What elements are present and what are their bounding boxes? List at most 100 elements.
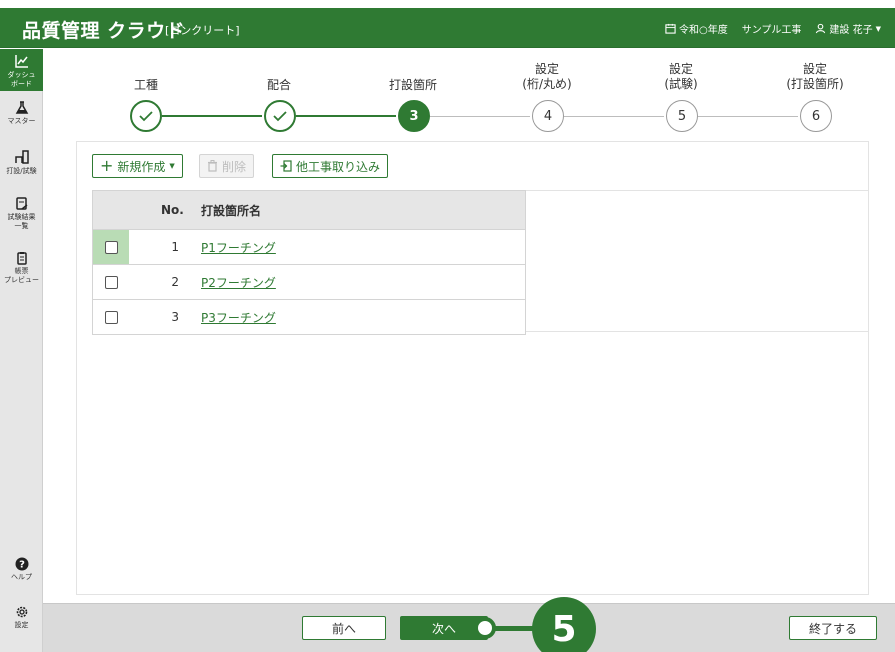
- step-4-circle[interactable]: 4: [532, 100, 564, 132]
- step-sublabel: (打設箇所): [786, 77, 844, 91]
- table-header: No. 打設箇所名: [93, 191, 525, 229]
- chevron-down-icon: ▼: [875, 24, 881, 33]
- step-1-circle[interactable]: [130, 100, 162, 132]
- flask-icon: [15, 101, 28, 114]
- row-no: 2: [171, 275, 179, 289]
- row-checkbox-cell: [93, 300, 129, 334]
- chart-icon: [14, 55, 28, 68]
- help-icon: ?: [15, 557, 28, 571]
- row-checkbox[interactable]: [104, 310, 118, 324]
- sidebar-item-results[interactable]: 試験結果 一覧: [0, 197, 43, 231]
- column-header-no: No.: [161, 203, 184, 217]
- callout-pointer: [474, 617, 496, 639]
- sidebar-item-dashboard[interactable]: ダッシュ ボード: [0, 49, 43, 91]
- sidebar-label: 帳票: [14, 267, 29, 275]
- step-label: 打設箇所: [388, 78, 437, 92]
- svg-text:?: ?: [19, 560, 25, 571]
- table-row[interactable]: 3 P3フーチング: [93, 299, 525, 334]
- step-connector: [430, 116, 530, 117]
- sidebar-item-settings[interactable]: 設定: [0, 605, 43, 630]
- report-icon: [16, 252, 27, 265]
- step-5-label: 設定 (試験): [621, 62, 741, 92]
- step-connector: [296, 115, 396, 117]
- detail-area: [526, 190, 869, 332]
- user-name: 建設 花子: [829, 25, 873, 36]
- step-3-circle[interactable]: 3: [398, 100, 430, 132]
- step-label: 設定: [534, 62, 559, 76]
- pour-icon: [14, 150, 29, 164]
- row-name-link[interactable]: P1フーチング: [201, 230, 276, 264]
- sidebar-label: ボード: [11, 80, 32, 88]
- import-other-project-button[interactable]: 他工事取り込み: [272, 154, 389, 178]
- sidebar-label: マスター: [7, 117, 36, 125]
- check-icon: [273, 111, 287, 122]
- new-create-label: 新規作成: [117, 159, 166, 174]
- result-icon: [15, 197, 27, 210]
- gear-icon: [16, 606, 27, 618]
- step-sublabel: (試験): [664, 77, 698, 91]
- import-label: 他工事取り込み: [296, 159, 381, 174]
- sidebar-label: 試験結果: [7, 213, 36, 221]
- row-checkbox-cell: [93, 230, 129, 264]
- app-title: 品質管理 クラウド: [22, 20, 186, 42]
- app-header: 品質管理 クラウド [コンクリート] 令和○年度 サンプル工事 建設 花子 ▼: [0, 8, 895, 48]
- sidebar-label: ダッシュ: [7, 71, 36, 79]
- step-3-label: 打設箇所: [353, 78, 473, 93]
- plus-icon: +: [100, 156, 114, 175]
- row-name-link[interactable]: P2フーチング: [201, 265, 276, 299]
- step-connector: [564, 116, 664, 117]
- sidebar-label: 打設/試験: [6, 167, 37, 175]
- step-label: 配合: [266, 78, 291, 92]
- step-label: 工種: [133, 78, 158, 92]
- step-5-circle[interactable]: 5: [666, 100, 698, 132]
- prev-button[interactable]: 前へ: [302, 616, 386, 640]
- import-icon: [280, 160, 292, 172]
- row-name-link[interactable]: P3フーチング: [201, 300, 276, 334]
- step-2-label: 配合: [219, 78, 339, 93]
- table-row[interactable]: 2 P2フーチング: [93, 264, 525, 299]
- app-subtitle: [コンクリート]: [165, 24, 240, 37]
- step-1-label: 工種: [86, 78, 206, 93]
- chevron-down-icon: ▼: [169, 162, 175, 170]
- pour-location-table: No. 打設箇所名 1 P1フーチング 2 P2フーチング 3 P3フーチング: [92, 190, 526, 335]
- step-connector: [162, 115, 262, 117]
- header-info: 令和○年度 サンプル工事 建設 花子 ▼: [665, 21, 881, 36]
- sidebar-item-help[interactable]: ? ヘルプ: [0, 557, 43, 582]
- fiscal-year-label: 令和○年度: [678, 25, 728, 36]
- calendar-icon: [665, 23, 676, 34]
- app-window: 品質管理 クラウド [コンクリート] 令和○年度 サンプル工事 建設 花子 ▼ …: [0, 0, 895, 652]
- new-create-button[interactable]: + 新規作成 ▼: [92, 154, 183, 178]
- step-connector: [698, 116, 798, 117]
- step-6-label: 設定 (打設箇所): [755, 62, 875, 92]
- step-2-circle[interactable]: [264, 100, 296, 132]
- finish-button[interactable]: 終了する: [789, 616, 877, 640]
- sidebar-item-report-preview[interactable]: 帳票 プレビュー: [0, 251, 43, 285]
- row-checkbox-cell: [93, 265, 129, 299]
- sidebar-item-master[interactable]: マスター: [0, 101, 43, 126]
- trash-icon: [208, 160, 217, 172]
- table-row[interactable]: 1 P1フーチング: [93, 229, 525, 264]
- user-menu[interactable]: 建設 花子 ▼: [815, 21, 881, 36]
- step-sublabel: (桁/丸め): [522, 77, 572, 91]
- row-checkbox[interactable]: [104, 275, 118, 289]
- user-icon: [816, 23, 826, 34]
- delete-label: 削除: [222, 159, 247, 174]
- step-4-label: 設定 (桁/丸め): [487, 62, 607, 92]
- sidebar-label: 一覧: [14, 222, 29, 230]
- row-checkbox[interactable]: [104, 240, 118, 254]
- callout-step-badge: 5: [532, 597, 596, 652]
- help-label: ヘルプ: [11, 573, 32, 581]
- sidebar-label: プレビュー: [4, 276, 39, 284]
- step-6-circle[interactable]: 6: [800, 100, 832, 132]
- sidebar: ダッシュ ボード マスター 打設/試験 試験結果 一覧 帳票 プレビュー ? ヘ…: [0, 49, 43, 652]
- project-name: サンプル工事: [741, 25, 802, 36]
- settings-label: 設定: [14, 621, 29, 629]
- column-header-name: 打設箇所名: [201, 203, 262, 218]
- row-no: 1: [171, 240, 179, 254]
- step-label: 設定: [668, 62, 693, 76]
- fiscal-year: 令和○年度: [665, 21, 728, 36]
- check-icon: [139, 111, 153, 122]
- sidebar-item-pour-test[interactable]: 打設/試験: [0, 149, 43, 176]
- row-no: 3: [171, 310, 179, 324]
- delete-button[interactable]: 削除: [199, 154, 255, 178]
